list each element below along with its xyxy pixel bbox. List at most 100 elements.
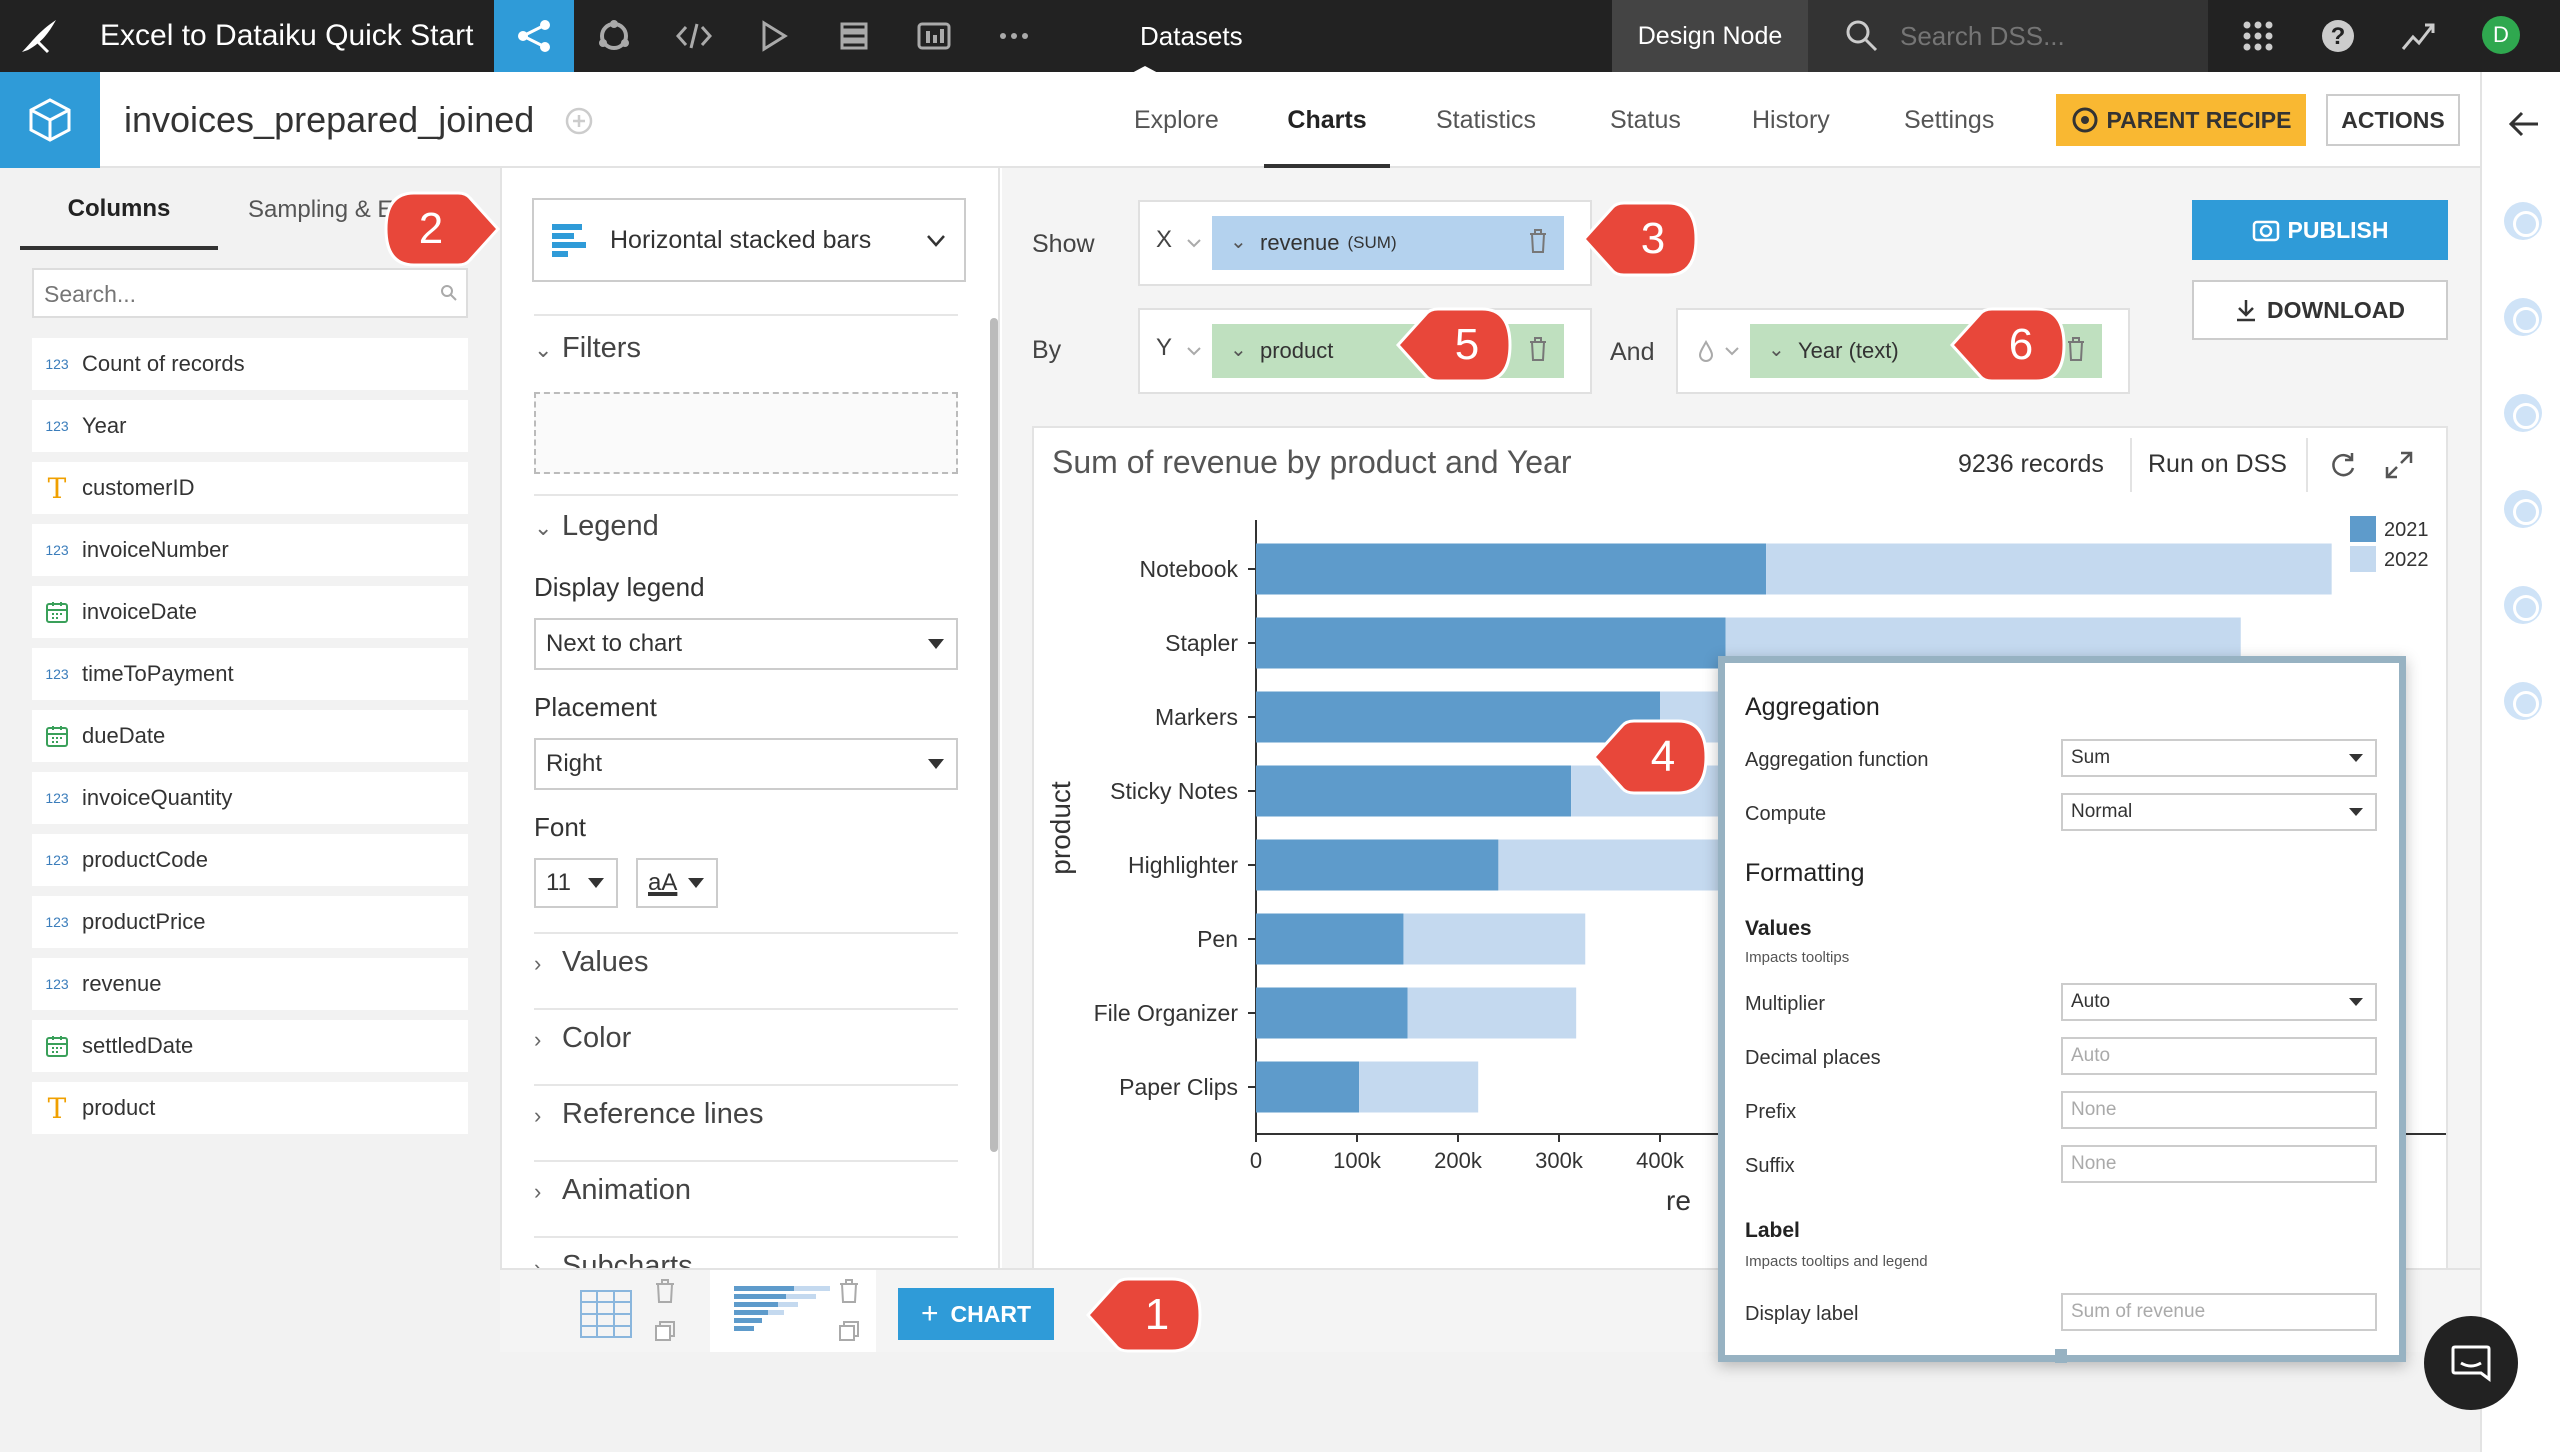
prefix-input[interactable]: None <box>2061 1091 2377 1129</box>
suffix-input[interactable]: None <box>2061 1145 2377 1183</box>
dataiku-logo-icon[interactable] <box>0 0 80 72</box>
revenue-measure-pill[interactable]: ⌄ revenue (SUM) <box>1212 216 1564 270</box>
flow-icon[interactable] <box>494 0 574 72</box>
trash-icon[interactable] <box>2066 336 2086 362</box>
tab-explore[interactable]: Explore <box>1134 72 1219 168</box>
filters-drop-zone[interactable] <box>534 392 958 474</box>
column-item[interactable]: 123 productPrice <box>32 896 468 948</box>
column-search-input[interactable] <box>44 276 424 312</box>
add-icon[interactable] <box>2504 202 2542 240</box>
aggregation-function-select[interactable]: Sum <box>2061 739 2377 777</box>
column-item[interactable]: TcustomerID <box>32 462 468 514</box>
column-item[interactable]: 123 invoiceQuantity <box>32 772 468 824</box>
column-item[interactable]: 123 invoiceNumber <box>32 524 468 576</box>
more-icon[interactable] <box>974 0 1054 72</box>
help-icon[interactable]: ? <box>2298 0 2378 72</box>
code-icon[interactable] <box>654 0 734 72</box>
chart-thumbnail-bars[interactable] <box>710 1270 876 1354</box>
display-label-input[interactable]: Sum of revenue <box>2061 1293 2377 1331</box>
compute-select[interactable]: Normal <box>2061 793 2377 831</box>
decimal-places-input[interactable]: Auto <box>2061 1037 2377 1075</box>
trash-icon[interactable] <box>1528 336 1548 362</box>
apps-grid-icon[interactable] <box>2218 0 2298 72</box>
filters-section-toggle[interactable]: ⌄ Filters <box>534 332 958 365</box>
search-input[interactable] <box>1900 14 2190 58</box>
add-chart-button[interactable]: + CHART <box>898 1288 1054 1340</box>
settings-section-toggle[interactable]: › Animation <box>534 1174 958 1207</box>
font-size-value: 11 <box>546 869 571 896</box>
download-button[interactable]: DOWNLOAD <box>2192 280 2448 340</box>
settings-scrollbar[interactable] <box>990 318 998 1152</box>
chart-thumbnail-table[interactable] <box>540 1270 700 1354</box>
legend-section-toggle[interactable]: ⌄ Legend <box>534 510 958 543</box>
duplicate-icon[interactable] <box>838 1320 860 1342</box>
share-icon[interactable] <box>564 106 594 136</box>
settings-section-toggle[interactable]: › Values <box>534 946 958 979</box>
column-item[interactable]: 123 productCode <box>32 834 468 886</box>
deploy-icon[interactable] <box>814 0 894 72</box>
refresh-icon[interactable] <box>2328 450 2358 480</box>
parent-recipe-button[interactable]: PARENT RECIPE <box>2056 94 2306 146</box>
expand-icon[interactable] <box>2384 450 2414 480</box>
project-title[interactable]: Excel to Dataiku Quick Start <box>100 0 473 72</box>
lab-icon[interactable] <box>2504 586 2542 624</box>
tab-statistics[interactable]: Statistics <box>1436 72 1536 168</box>
placement-select[interactable]: Right <box>534 738 958 790</box>
table-thumbnail-icon <box>580 1290 632 1338</box>
publish-button[interactable]: PUBLISH <box>2192 200 2448 260</box>
chart-type-selector[interactable]: Horizontal stacked bars <box>532 198 966 282</box>
run-icon[interactable] <box>734 0 814 72</box>
font-color-select[interactable]: aA <box>636 858 718 908</box>
display-legend-select[interactable]: Next to chart <box>534 618 958 670</box>
tab-charts[interactable]: Charts <box>1264 72 1390 168</box>
column-item[interactable]: Tproduct <box>32 1082 468 1134</box>
resize-handle[interactable] <box>2055 1349 2067 1363</box>
font-size-select[interactable]: 11 <box>534 858 618 908</box>
dashboard-icon[interactable] <box>894 0 974 72</box>
x-shelf[interactable]: X ⌄ revenue (SUM) <box>1138 200 1592 286</box>
discussions-icon[interactable] <box>2504 490 2542 528</box>
trends-icon[interactable] <box>2378 0 2458 72</box>
collapse-arrow-icon[interactable] <box>2508 110 2540 138</box>
y-tick-label: Paper Clips <box>1119 1074 1238 1100</box>
settings-section-toggle[interactable]: › Color <box>534 1022 958 1055</box>
chat-launcher-button[interactable] <box>2424 1316 2518 1410</box>
font-label: Font <box>534 812 587 842</box>
bar-2022-paper-clips <box>1359 1061 1479 1113</box>
search-box[interactable] <box>1808 0 2208 72</box>
recipes-icon[interactable] <box>574 0 654 72</box>
timeline-icon[interactable] <box>2504 682 2542 720</box>
info-icon[interactable] <box>2504 298 2542 336</box>
column-item[interactable]: 123 Year <box>32 400 468 452</box>
column-search[interactable] <box>32 268 468 318</box>
column-item[interactable]: dueDate <box>32 710 468 762</box>
multiplier-select[interactable]: Auto <box>2061 983 2377 1021</box>
user-avatar[interactable]: D <box>2482 16 2520 54</box>
column-name: Count of records <box>82 351 245 376</box>
trash-icon[interactable] <box>838 1278 860 1304</box>
duplicate-icon[interactable] <box>654 1320 676 1342</box>
callout-number: 5 <box>1454 320 1480 369</box>
column-item[interactable]: settledDate <box>32 1020 468 1072</box>
tab-settings[interactable]: Settings <box>1904 72 1994 168</box>
run-on-dss-button[interactable]: Run on DSS <box>2148 450 2287 479</box>
column-item[interactable]: invoiceDate <box>32 586 468 638</box>
column-item[interactable]: 123 Count of records <box>32 338 468 390</box>
column-name: Year <box>82 413 127 438</box>
chevron-down-icon: ⌄ <box>534 515 553 540</box>
aggregation-heading: Aggregation <box>1745 693 1880 721</box>
section-title[interactable]: Datasets <box>1140 0 1243 72</box>
y-shelf[interactable]: Y ⌄ product <box>1138 308 1592 394</box>
actions-button[interactable]: ACTIONS <box>2326 94 2460 146</box>
tab-history[interactable]: History <box>1752 72 1830 168</box>
trash-icon[interactable] <box>1528 228 1548 254</box>
tab-status[interactable]: Status <box>1610 72 1681 168</box>
trash-icon[interactable] <box>654 1278 676 1304</box>
right-rail <box>2480 72 2560 1452</box>
settings-section-toggle[interactable]: › Reference lines <box>534 1098 958 1131</box>
tab-columns[interactable]: Columns <box>20 168 218 250</box>
column-item[interactable]: 123 timeToPayment <box>32 648 468 700</box>
bar-2021-highlighter <box>1256 839 1499 891</box>
column-item[interactable]: 123 revenue <box>32 958 468 1010</box>
lineage-icon[interactable] <box>2504 394 2542 432</box>
